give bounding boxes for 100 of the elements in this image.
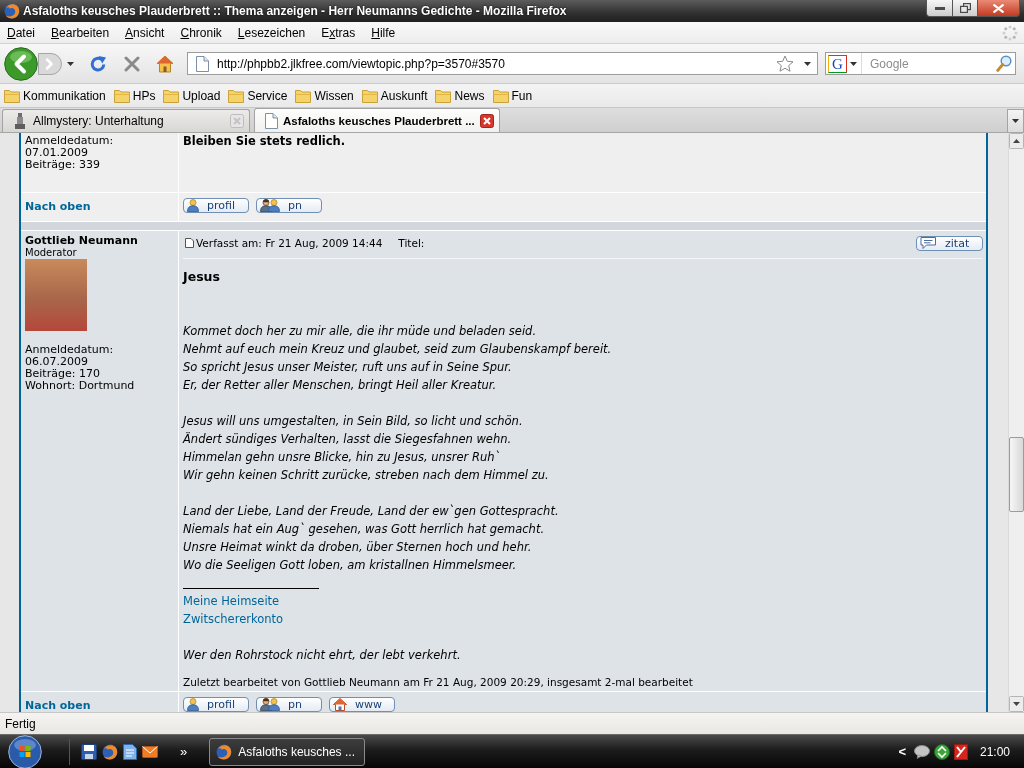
scrollbar-thumb[interactable]	[1009, 437, 1024, 512]
people-icon	[260, 199, 280, 212]
message-button[interactable]: pn	[256, 198, 322, 213]
app-logo-icon[interactable]	[102, 743, 118, 760]
minimize-icon	[934, 6, 945, 10]
close-icon[interactable]	[480, 113, 494, 128]
access-key: x	[329, 25, 336, 40]
post-title: Jesus	[183, 268, 221, 286]
page-icon	[264, 112, 278, 129]
author-detail: Beiträge: 339	[25, 159, 101, 171]
status-text: Fertig	[5, 716, 36, 731]
start-button[interactable]	[5, 734, 45, 768]
document-icon[interactable]	[123, 743, 137, 760]
folder-icon	[228, 88, 245, 103]
menu-item[interactable]: Lesezeichen	[229, 23, 314, 42]
access-key: H	[371, 25, 380, 40]
bookmark-folder[interactable]: Kommunikation	[0, 88, 110, 103]
star-icon[interactable]	[776, 55, 794, 72]
caret-icon[interactable]	[850, 61, 857, 66]
menu-item[interactable]: Datei	[0, 23, 44, 42]
app-logo-icon	[4, 3, 20, 19]
house-icon	[333, 698, 347, 711]
message-button[interactable]: pn	[256, 697, 322, 712]
address-field[interactable]: http://phpbb2.jlkfree.com/viewtopic.php?p=3570#3570	[217, 54, 770, 73]
bookmark-folder[interactable]: News	[431, 88, 489, 103]
post-text: Bleiben Sie stets redlich.	[183, 134, 347, 148]
home-icon[interactable]	[156, 54, 174, 73]
tile-icon[interactable]	[953, 743, 968, 760]
poem-line: So spricht Jesus unser Meister, ruft uns auf in Seine Spur.	[183, 359, 512, 376]
chat-bubble-icon[interactable]	[913, 744, 930, 759]
bookmark-folder[interactable]: Auskunft	[357, 88, 432, 103]
tab-list-button[interactable]	[1007, 109, 1024, 132]
caret-icon[interactable]	[804, 61, 811, 66]
person-icon	[187, 199, 199, 212]
search-bar[interactable]: G Google	[825, 52, 1016, 75]
search-icon[interactable]	[996, 55, 1012, 72]
search-field[interactable]: Google	[861, 53, 994, 74]
poem-line: Er, der Retter aller Menschen, bringt Heil aller Kreatur.	[183, 377, 497, 394]
orb-icon	[5, 734, 45, 768]
author-detail: Beiträge: 170	[25, 368, 101, 380]
poem-line: Jesus will uns umgestalten, in Sein Bild, so licht und schön.	[183, 413, 523, 430]
clock[interactable]: 21:00	[979, 744, 1010, 759]
bookmark-folder[interactable]: Fun	[488, 88, 537, 103]
menu-item[interactable]: Chronik	[172, 23, 230, 42]
menu-item[interactable]: Bearbeiten	[43, 23, 118, 42]
poem-line: Kommet doch her zu mir alle, die ihr müde und beladen seid.	[183, 323, 537, 340]
signature-motto: Wer den Rohrstock nicht ehrt, der lebt verkehrt.	[183, 647, 461, 664]
menu-item[interactable]: Extras	[313, 23, 364, 42]
poem-line: Himmelan gehn unsre Blicke, hin zu Jesus, unsrer Ruh`	[183, 449, 501, 466]
bookmark-folder[interactable]: Upload	[159, 88, 225, 103]
folder-icon	[361, 88, 378, 103]
quick-launch-overflow[interactable]: »	[180, 744, 188, 759]
restore-button[interactable]	[952, 0, 978, 17]
poem-line: Land der Liebe, Land der Freude, Land der ew`gen Gottespracht.	[183, 503, 559, 520]
stop-icon[interactable]	[124, 55, 140, 72]
caret-icon	[1012, 119, 1019, 123]
poem-line: Nehmt auf euch mein Kreuz und glaubet, seid zum Glaubenskampf bereit.	[183, 341, 612, 358]
folder-icon	[163, 88, 180, 103]
menu-item[interactable]: Hilfe	[363, 23, 404, 42]
tray-expand-button[interactable]: <	[898, 744, 906, 759]
tab[interactable]: Allmystery: Unterhaltung	[2, 109, 250, 132]
poem-line: Ändert sündiges Verhalten, lasst die Siegesfahnen wehn.	[183, 431, 512, 448]
reload-icon[interactable]	[89, 54, 107, 73]
signature-link[interactable]: Meine Heimseite	[183, 592, 280, 610]
bookmark-folder[interactable]: Service	[224, 88, 292, 103]
back-icon[interactable]	[4, 46, 38, 81]
restore-icon	[959, 3, 971, 13]
profile-button[interactable]: profil	[183, 697, 249, 712]
minimize-button[interactable]	[926, 0, 952, 17]
access-key: L	[237, 25, 245, 40]
search-engine-button[interactable]: G	[828, 54, 847, 73]
menu-item[interactable]: Ansicht	[117, 23, 173, 42]
bookmark-folder[interactable]: Wissen	[291, 88, 358, 103]
back-to-top-link[interactable]: Nach oben	[25, 200, 91, 214]
person-icon	[187, 698, 199, 711]
tab[interactable]: Asfaloths keusches Plauderbrett ...	[254, 108, 500, 132]
author-name: Gottlieb Neumann	[25, 234, 139, 247]
address-bar[interactable]: http://phpbb2.jlkfree.com/viewtopic.php?p=3570#3570	[187, 52, 818, 75]
close-button[interactable]	[978, 0, 1020, 17]
edit-note: Zuletzt bearbeitet von Gottlieb Neumann am Fr 21 Aug, 2009 20:29, insgesamt 2-mal bearbeitet	[183, 676, 694, 688]
poem-line: Wir gehn keinen Schritt zurücke, streben nach dem Himmel zu.	[183, 467, 549, 484]
website-button[interactable]: www	[329, 697, 395, 712]
caret-icon[interactable]	[67, 61, 74, 66]
access-key: A	[125, 25, 134, 40]
author-detail: Wohnort: Dortmund	[25, 380, 136, 392]
folder-icon	[492, 88, 509, 103]
app-logo-icon	[216, 743, 233, 760]
arrows-icon[interactable]	[933, 743, 950, 760]
close-icon	[993, 3, 1004, 13]
poem-line: Unsre Heimat winkt da droben, über Sternen hoch und hehr.	[183, 539, 532, 556]
taskbar-button[interactable]: Asfaloths keusches ...	[209, 737, 366, 766]
bookmark-folder[interactable]: HPs	[109, 88, 160, 103]
folder-icon	[4, 88, 20, 103]
quote-button[interactable]: zitat	[916, 235, 983, 251]
post-icon	[185, 238, 194, 248]
signature-link[interactable]: Zwitschererkonto	[183, 610, 284, 628]
profile-button[interactable]: profil	[183, 198, 249, 213]
folder-icon	[435, 88, 452, 103]
back-to-top-link[interactable]: Nach oben	[25, 699, 91, 712]
envelope-icon[interactable]	[142, 745, 158, 758]
